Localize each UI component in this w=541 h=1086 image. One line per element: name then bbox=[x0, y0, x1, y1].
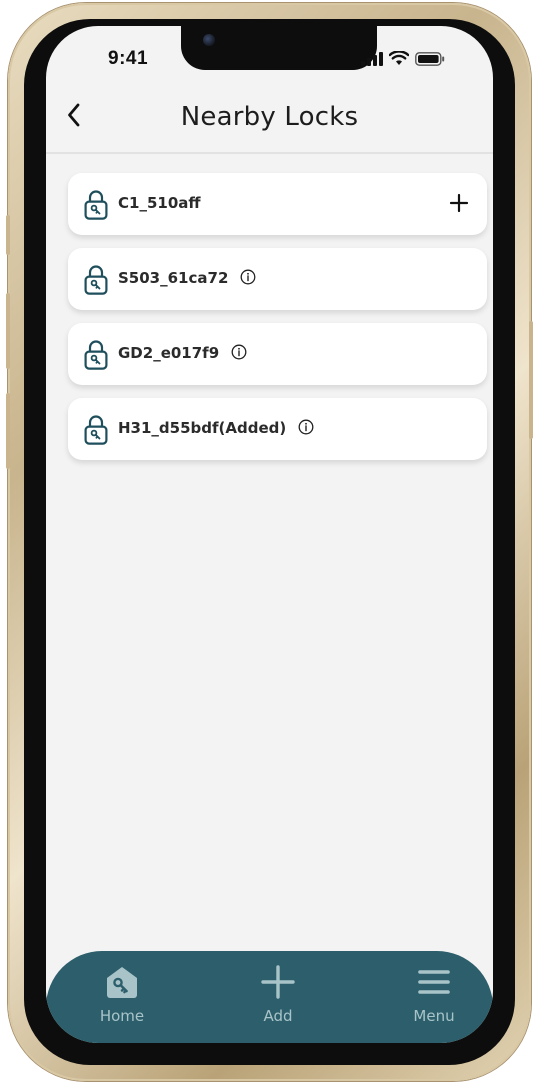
lock-item-c1[interactable]: C1_510aff bbox=[68, 173, 487, 235]
nearby-locks-list: C1_510aff S503_61ca72 GD2_e017f9 H31_d55… bbox=[68, 173, 487, 473]
tab-label: Add bbox=[263, 1007, 293, 1025]
padlock-key-icon bbox=[84, 265, 108, 295]
volume-up-button bbox=[6, 293, 10, 369]
lock-item-s503[interactable]: S503_61ca72 bbox=[68, 248, 487, 310]
wifi-icon bbox=[389, 51, 409, 65]
lock-name: C1_510aff bbox=[118, 194, 201, 212]
phone-bezel: 9:41 Nearby Locks C1_510aff S503_61ca72 … bbox=[24, 19, 515, 1065]
tab-label: Home bbox=[99, 1007, 145, 1025]
info-icon[interactable] bbox=[231, 344, 247, 360]
page-title: Nearby Locks bbox=[180, 102, 359, 132]
plus-icon bbox=[261, 965, 295, 999]
signal-icon bbox=[361, 51, 383, 66]
lock-name: H31_d55bdf(Added) bbox=[118, 419, 287, 437]
status-time: 9:41 bbox=[108, 48, 149, 69]
home-key-icon bbox=[107, 967, 137, 998]
tab-add[interactable]: Add bbox=[228, 965, 328, 1035]
tab-home[interactable]: Home bbox=[72, 965, 172, 1035]
padlock-key-icon bbox=[84, 340, 108, 370]
tab-label: Menu bbox=[413, 1007, 455, 1025]
info-icon[interactable] bbox=[240, 269, 256, 285]
lock-name-row: S503_61ca72 bbox=[118, 269, 256, 287]
phone-frame: 9:41 Nearby Locks C1_510aff S503_61ca72 … bbox=[6, 3, 533, 1081]
notch bbox=[181, 26, 377, 70]
hamburger-menu-icon bbox=[418, 970, 450, 994]
status-icons bbox=[361, 51, 445, 66]
volume-down-button bbox=[6, 393, 10, 469]
power-button bbox=[529, 321, 533, 439]
lock-item-gd2[interactable]: GD2_e017f9 bbox=[68, 323, 487, 385]
battery-icon bbox=[415, 51, 445, 66]
bottom-tab-bar: Home Add Menu bbox=[46, 951, 493, 1043]
info-icon[interactable] bbox=[298, 419, 314, 435]
app-screen: 9:41 Nearby Locks C1_510aff S503_61ca72 … bbox=[46, 26, 493, 1043]
tab-menu[interactable]: Menu bbox=[384, 965, 484, 1035]
padlock-key-icon bbox=[84, 415, 108, 445]
lock-name: GD2_e017f9 bbox=[118, 344, 220, 362]
plus-icon[interactable] bbox=[449, 193, 469, 213]
padlock-key-icon bbox=[84, 190, 108, 220]
lock-item-h31[interactable]: H31_d55bdf(Added) bbox=[68, 398, 487, 460]
silent-switch bbox=[6, 215, 10, 255]
lock-name-row: H31_d55bdf(Added) bbox=[118, 419, 314, 437]
front-camera bbox=[203, 34, 215, 46]
lock-name-row: GD2_e017f9 bbox=[118, 344, 247, 362]
navigation-header: Nearby Locks bbox=[46, 84, 493, 154]
lock-name: S503_61ca72 bbox=[118, 269, 229, 287]
